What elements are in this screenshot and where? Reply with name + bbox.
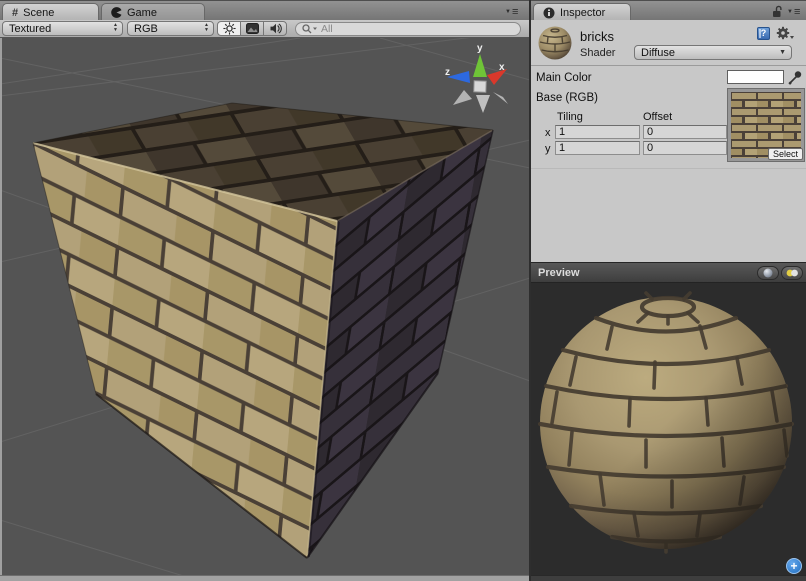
stepper-icon: ▲▼ bbox=[204, 23, 209, 33]
scene-grid-icon: # bbox=[12, 7, 18, 19]
lighting-toggle-button[interactable] bbox=[217, 21, 241, 36]
tab-scene[interactable]: # Scene bbox=[2, 3, 99, 21]
lock-icon[interactable] bbox=[772, 5, 783, 18]
search-input[interactable] bbox=[319, 22, 503, 36]
scene-3d-render: y x z bbox=[0, 38, 530, 575]
axis-x-label: x bbox=[545, 127, 551, 139]
base-texture-label: Base (RGB) bbox=[536, 92, 598, 104]
gizmo-x-label: x bbox=[499, 62, 505, 73]
texture-thumbnail[interactable]: Select bbox=[727, 88, 805, 162]
main-color-swatch[interactable] bbox=[727, 70, 784, 84]
inspector-tabstrip: Inspector ▼ ≡ bbox=[531, 0, 806, 20]
tab-inspector-label: Inspector bbox=[560, 7, 605, 19]
material-preview-area[interactable] bbox=[531, 283, 806, 575]
speaker-icon bbox=[269, 22, 282, 35]
shader-value: Diffuse bbox=[641, 47, 675, 59]
info-icon bbox=[543, 7, 555, 19]
tab-game[interactable]: Game bbox=[101, 3, 205, 21]
preview-title: Preview bbox=[538, 267, 580, 279]
scene-toolbar: Textured ▲▼ RGB ▲▼ bbox=[0, 20, 530, 38]
material-properties: Main Color Base (RGB) Select bbox=[531, 66, 806, 262]
tiling-y-input[interactable] bbox=[555, 141, 640, 155]
tiling-x-input[interactable] bbox=[555, 125, 640, 139]
preview-lighting-button[interactable] bbox=[781, 266, 803, 280]
gizmo-y-label: y bbox=[477, 43, 483, 54]
draw-mode-value: Textured bbox=[9, 23, 51, 35]
texture-select-button[interactable]: Select bbox=[768, 148, 803, 160]
scene-viewport[interactable]: y x z bbox=[0, 38, 530, 575]
axis-y-label: y bbox=[545, 143, 551, 155]
preview-sphere-render bbox=[531, 283, 806, 575]
shader-dropdown[interactable]: Diffuse ▼ bbox=[634, 45, 792, 60]
audio-toggle-button[interactable] bbox=[263, 21, 287, 36]
search-icon bbox=[301, 23, 319, 35]
gizmo-center-cube[interactable] bbox=[474, 81, 486, 92]
offset-x-input[interactable] bbox=[643, 125, 727, 139]
offset-y-input[interactable] bbox=[643, 141, 727, 155]
preview-header[interactable]: Preview bbox=[531, 262, 806, 283]
scene-frame-bottom bbox=[0, 575, 530, 581]
eyedropper-icon[interactable] bbox=[788, 69, 802, 85]
material-name: bricks bbox=[580, 29, 614, 44]
game-icon bbox=[111, 7, 122, 18]
draw-mode-dropdown[interactable]: Textured ▲▼ bbox=[2, 21, 123, 36]
scene-frame-edge bbox=[0, 38, 2, 575]
offset-header: Offset bbox=[643, 111, 672, 123]
section-divider bbox=[531, 168, 806, 169]
scene-search[interactable] bbox=[295, 22, 521, 36]
lights-icon bbox=[785, 268, 799, 278]
help-icon[interactable]: ? bbox=[757, 27, 770, 40]
shader-label: Shader bbox=[580, 47, 615, 59]
material-header: bricks Shader Diffuse ▼ ? bbox=[531, 20, 806, 66]
inspector-panel-menu-icon[interactable]: ▼ ≡ bbox=[787, 7, 800, 17]
tab-scene-label: Scene bbox=[23, 7, 54, 19]
scene-panel-menu-icon[interactable]: ▼ ≡ bbox=[505, 7, 518, 17]
main-color-label: Main Color bbox=[536, 72, 592, 84]
color-mode-value: RGB bbox=[134, 23, 158, 35]
tab-game-label: Game bbox=[127, 7, 157, 19]
gizmo-z-label: z bbox=[445, 67, 450, 78]
tiling-header: Tiling bbox=[557, 111, 583, 123]
preview-footer bbox=[531, 575, 806, 581]
sphere-icon bbox=[763, 268, 773, 278]
stepper-icon: ▲▼ bbox=[113, 23, 118, 33]
sun-icon bbox=[223, 22, 236, 35]
add-preview-button[interactable]: + bbox=[786, 558, 802, 574]
dropdown-caret-icon: ▼ bbox=[779, 49, 786, 56]
color-mode-dropdown[interactable]: RGB ▲▼ bbox=[127, 21, 214, 36]
skybox-toggle-button[interactable] bbox=[240, 21, 264, 36]
tab-inspector[interactable]: Inspector bbox=[533, 3, 631, 21]
gear-icon[interactable] bbox=[776, 26, 794, 41]
image-icon bbox=[246, 23, 259, 34]
scene-tabstrip: # Scene Game ▼ ≡ bbox=[0, 0, 530, 20]
material-preview-ball bbox=[537, 25, 573, 61]
unity-editor-window: # Scene Game ▼ ≡ Textured ▲▼ RGB ▲▼ bbox=[0, 0, 806, 581]
preview-shape-button[interactable] bbox=[757, 266, 779, 280]
